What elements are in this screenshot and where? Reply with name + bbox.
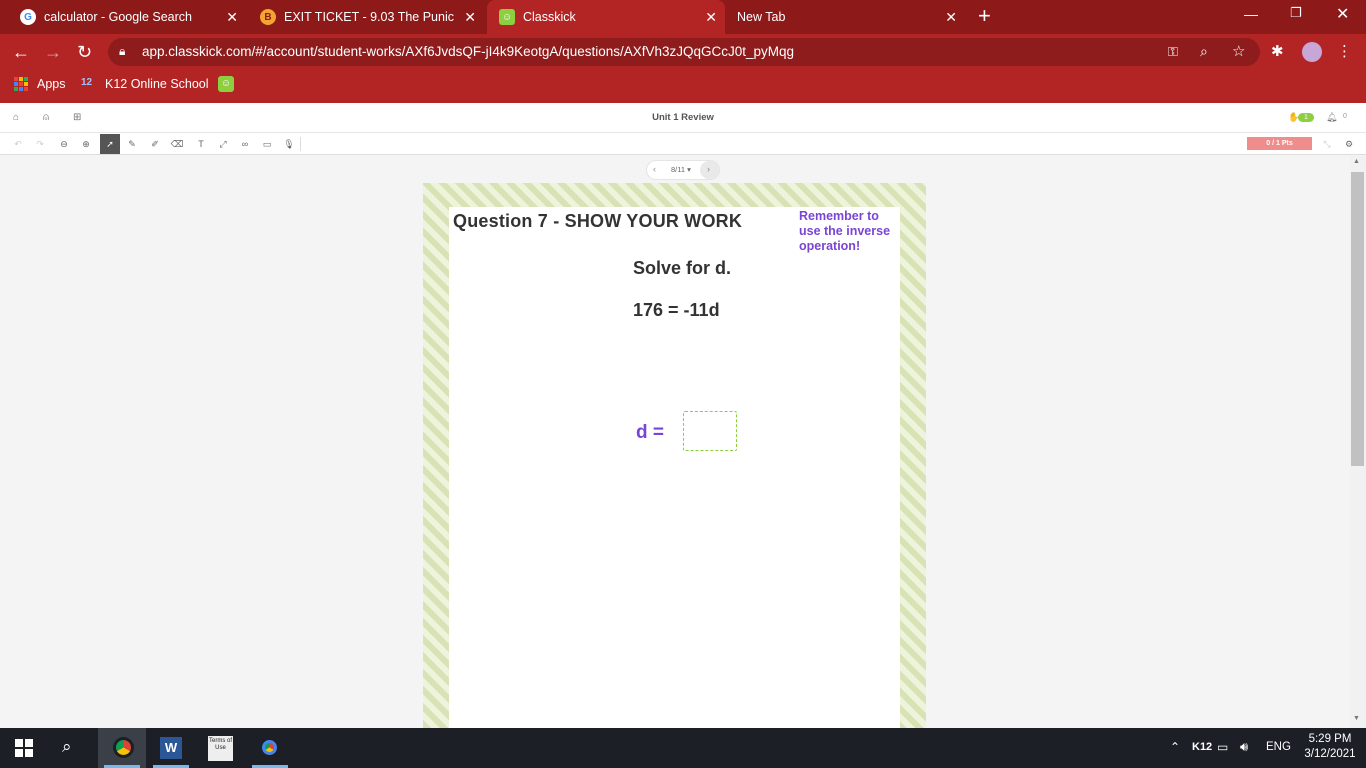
chrome-icon	[113, 737, 134, 758]
scroll-down-icon[interactable]: ▼	[1353, 715, 1360, 722]
line-tool-icon[interactable]: ⤢	[213, 134, 233, 154]
tab-title: New Tab	[737, 10, 786, 24]
close-window-button[interactable]: ✕	[1336, 4, 1349, 24]
zoom-in-icon[interactable]: ⊕	[76, 134, 96, 154]
zoom-icon[interactable]: ⌕	[1200, 43, 1208, 60]
bookmark-k12[interactable]: K12 Online School	[105, 77, 209, 91]
windows-taskbar	[0, 728, 1366, 768]
tab-classkick[interactable]: ☺ Classkick ✕	[487, 0, 725, 34]
eraser-icon[interactable]: ⌫	[167, 134, 187, 154]
lock-icon[interactable]: 🔒︎	[119, 44, 125, 59]
bookmark-star-icon[interactable]: ☆	[1232, 42, 1245, 60]
menu-kebab-icon[interactable]: ⋮	[1337, 42, 1352, 60]
chrome-icon[interactable]	[259, 737, 280, 758]
help-count-badge: 1	[1298, 113, 1314, 122]
expand-icon[interactable]: ⤡	[1317, 134, 1337, 154]
minimize-button[interactable]: —	[1244, 6, 1258, 22]
close-tab-icon[interactable]: ✕	[226, 9, 238, 26]
bookmark-classkick-icon[interactable]: ☺	[218, 76, 234, 92]
toolbar-divider	[300, 137, 301, 151]
word-icon[interactable]: W	[160, 737, 182, 759]
k12-tray-icon[interactable]: K12	[1192, 741, 1212, 753]
tab-title: EXIT TICKET - 9.03 The Punic War	[284, 10, 456, 24]
next-page-icon: ›	[707, 164, 710, 174]
zoom-out-icon[interactable]: ⊖	[54, 134, 74, 154]
language-indicator[interactable]: ENG	[1266, 741, 1291, 753]
link-icon[interactable]: ∞	[235, 134, 255, 154]
pointer-tool-icon[interactable]: ➚	[100, 134, 120, 154]
close-tab-icon[interactable]: ✕	[945, 9, 957, 26]
classkick-icon: ☺	[499, 9, 515, 25]
question-heading: Question 7 - SHOW YOUR WORK	[453, 211, 743, 231]
scroll-up-icon[interactable]: ▲	[1353, 158, 1360, 165]
google-icon: G	[20, 9, 36, 25]
worksheet-canvas[interactable]	[449, 207, 900, 728]
new-tab-button[interactable]: +	[978, 4, 991, 28]
equation-text: 176 = -11d	[633, 300, 720, 320]
close-tab-icon[interactable]: ✕	[705, 9, 717, 26]
page-select[interactable]: 8/11 ▾	[671, 165, 691, 174]
battery-icon[interactable]: ▭	[1217, 740, 1228, 754]
pen-icon[interactable]: ✎	[122, 134, 142, 154]
redo-icon[interactable]: ↷	[30, 134, 50, 154]
tab-strip: G calculator - Google Search ✕ B EXIT TI…	[0, 0, 1366, 34]
bell-icon[interactable]: 🔔︎	[1326, 112, 1337, 123]
app-header	[0, 103, 1366, 133]
back-icon[interactable]: ←	[12, 40, 30, 64]
tab-google[interactable]: G calculator - Google Search ✕	[8, 0, 246, 34]
answer-label: d =	[636, 422, 664, 443]
scrollbar-thumb[interactable]	[1351, 172, 1364, 466]
restore-button[interactable]: ❐	[1290, 5, 1302, 21]
tab-title: calculator - Google Search	[44, 10, 192, 24]
extensions-icon[interactable]: ✱	[1271, 42, 1284, 60]
clock-time: 5:29 PM	[1308, 733, 1352, 745]
k12-icon: 12	[81, 77, 93, 88]
clock-date: 3/12/2021	[1304, 748, 1356, 760]
prev-page-icon[interactable]: ‹	[653, 164, 656, 174]
home-icon[interactable]: ⌂	[13, 112, 19, 123]
answer-input[interactable]	[683, 411, 737, 451]
settings-icon[interactable]: ⚙	[1339, 134, 1359, 154]
tab-exit-ticket[interactable]: B EXIT TICKET - 9.03 The Punic War ✕	[248, 0, 484, 34]
person-icon[interactable]: ⍝	[43, 112, 49, 123]
grid-icon[interactable]: ⊞	[73, 112, 81, 123]
hint-text: Remember to use the inverse operation!	[799, 209, 891, 253]
apps-grid-icon	[14, 77, 28, 91]
highlighter-icon[interactable]: ✐	[145, 134, 165, 154]
profile-avatar[interactable]	[1302, 42, 1322, 62]
notification-count: 0	[1343, 113, 1347, 120]
terms-of-use-icon[interactable]: Terms of Use	[208, 736, 233, 761]
reload-icon[interactable]: ↻	[77, 40, 92, 64]
tab-new-tab[interactable]: New Tab ✕	[727, 0, 965, 34]
image-icon[interactable]: ▭	[257, 134, 277, 154]
search-icon[interactable]: ⌕	[62, 737, 72, 757]
text-tool-icon[interactable]: T	[191, 134, 211, 154]
bookmark-apps[interactable]: Apps	[37, 77, 66, 91]
undo-icon[interactable]: ↶	[8, 134, 28, 154]
volume-icon[interactable]: 🔊︎	[1240, 739, 1248, 755]
microphone-icon[interactable]: 🎙︎	[279, 134, 299, 154]
windows-start-icon[interactable]	[15, 739, 33, 757]
instruction-text: Solve for d.	[633, 258, 732, 278]
tab-title: Classkick	[523, 10, 576, 24]
forward-icon[interactable]: →	[44, 40, 62, 64]
url-text[interactable]: app.classkick.com/#/account/student-work…	[142, 44, 794, 59]
tray-chevron-icon[interactable]: ⌃	[1170, 740, 1180, 754]
points-badge: 0 / 1 Pts	[1247, 137, 1312, 150]
close-tab-icon[interactable]: ✕	[464, 9, 476, 26]
clock[interactable]: 5:29 PM 3/12/2021	[1300, 732, 1360, 762]
bookwidgets-icon: B	[260, 9, 276, 25]
key-icon[interactable]: ⚿	[1168, 44, 1178, 60]
